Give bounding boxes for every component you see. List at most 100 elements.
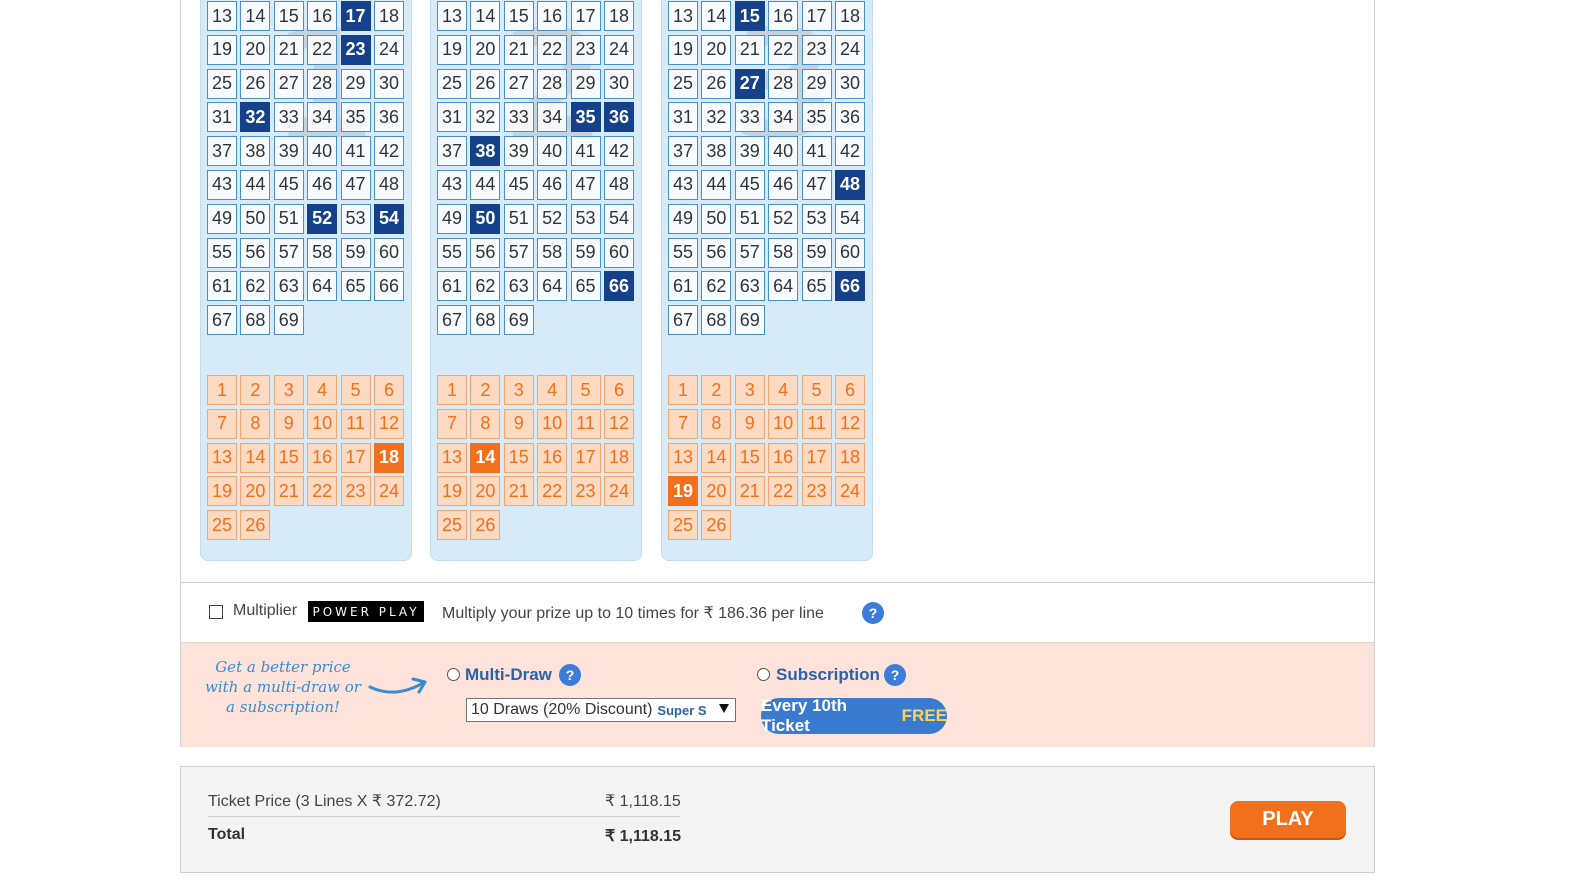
main-number-cell[interactable]: 43 [437,169,467,200]
powerball-number-cell[interactable]: 18 [834,442,865,473]
subscription-label[interactable]: Subscription [776,665,880,685]
powerball-number-cell[interactable]: 14 [470,442,501,473]
powerball-number-cell[interactable]: 19 [207,476,237,507]
main-number-cell[interactable]: 67 [437,305,467,336]
main-number-cell[interactable]: 13 [668,1,698,31]
powerball-number-cell[interactable]: 15 [273,442,304,473]
main-number-cell[interactable]: 66 [603,271,634,302]
main-number-cell[interactable]: 25 [207,68,237,99]
main-number-cell[interactable]: 36 [603,102,634,133]
main-number-cell[interactable]: 31 [668,102,698,133]
powerball-number-cell[interactable]: 16 [537,442,568,473]
main-number-cell[interactable]: 60 [603,237,634,268]
main-number-cell[interactable]: 20 [701,34,732,65]
powerball-number-cell[interactable]: 20 [240,476,271,507]
main-number-cell[interactable]: 56 [240,237,271,268]
main-number-cell[interactable]: 46 [768,169,799,200]
main-number-cell[interactable]: 32 [470,102,501,133]
powerball-number-cell[interactable]: 13 [437,442,467,473]
main-number-cell[interactable]: 47 [570,169,601,200]
powerball-number-cell[interactable]: 12 [834,408,865,439]
main-number-cell[interactable]: 14 [701,1,732,31]
main-number-cell[interactable]: 59 [801,237,832,268]
main-number-cell[interactable]: 51 [503,203,534,234]
main-number-cell[interactable]: 39 [734,136,765,167]
main-number-cell[interactable]: 29 [340,68,371,99]
main-number-cell[interactable]: 63 [503,271,534,302]
powerball-number-cell[interactable]: 1 [437,375,467,405]
main-number-cell[interactable]: 62 [240,271,271,302]
main-number-cell[interactable]: 61 [207,271,237,302]
main-number-cell[interactable]: 24 [373,34,404,65]
main-number-cell[interactable]: 47 [340,169,371,200]
powerball-number-cell[interactable]: 21 [734,476,765,507]
powerball-number-cell[interactable]: 1 [207,375,237,405]
main-number-cell[interactable]: 41 [570,136,601,167]
main-number-cell[interactable]: 57 [503,237,534,268]
powerball-number-cell[interactable]: 25 [668,510,698,541]
main-number-cell[interactable]: 40 [537,136,568,167]
main-number-cell[interactable]: 25 [437,68,467,99]
multiplier-checkbox[interactable] [209,605,223,619]
main-number-cell[interactable]: 51 [273,203,304,234]
main-number-cell[interactable]: 37 [668,136,698,167]
draws-select[interactable]: 10 Draws (20% Discount) Super S [466,698,736,722]
main-number-cell[interactable]: 51 [734,203,765,234]
main-number-cell[interactable]: 68 [701,305,732,336]
powerball-number-cell[interactable]: 12 [373,408,404,439]
powerball-number-cell[interactable]: 18 [603,442,634,473]
powerball-number-cell[interactable]: 6 [373,375,404,405]
main-number-cell[interactable]: 28 [768,68,799,99]
main-number-cell[interactable]: 67 [207,305,237,336]
main-number-cell[interactable]: 69 [273,305,304,336]
main-number-cell[interactable]: 49 [668,203,698,234]
main-number-cell[interactable]: 46 [307,169,338,200]
powerball-number-cell[interactable]: 15 [503,442,534,473]
powerball-number-cell[interactable]: 24 [603,476,634,507]
main-number-cell[interactable]: 41 [801,136,832,167]
main-number-cell[interactable]: 16 [768,1,799,31]
main-number-cell[interactable]: 66 [373,271,404,302]
main-number-cell[interactable]: 16 [307,1,338,31]
main-number-cell[interactable]: 55 [437,237,467,268]
main-number-cell[interactable]: 56 [701,237,732,268]
powerball-number-cell[interactable]: 26 [470,510,501,541]
powerball-number-cell[interactable]: 9 [503,408,534,439]
main-number-cell[interactable]: 54 [603,203,634,234]
main-number-cell[interactable]: 34 [307,102,338,133]
multidraw-help-icon[interactable]: ? [559,664,581,686]
powerball-number-cell[interactable]: 4 [768,375,799,405]
main-number-cell[interactable]: 58 [768,237,799,268]
main-number-cell[interactable]: 44 [240,169,271,200]
main-number-cell[interactable]: 52 [537,203,568,234]
main-number-cell[interactable]: 40 [768,136,799,167]
main-number-cell[interactable]: 26 [470,68,501,99]
powerball-number-cell[interactable]: 22 [537,476,568,507]
main-number-cell[interactable]: 64 [768,271,799,302]
powerball-number-cell[interactable]: 17 [570,442,601,473]
main-number-cell[interactable]: 30 [603,68,634,99]
powerball-number-cell[interactable]: 1 [668,375,698,405]
powerball-number-cell[interactable]: 13 [207,442,237,473]
main-number-cell[interactable]: 48 [373,169,404,200]
main-number-cell[interactable]: 28 [307,68,338,99]
main-number-cell[interactable]: 60 [373,237,404,268]
main-number-cell[interactable]: 69 [503,305,534,336]
main-number-cell[interactable]: 29 [570,68,601,99]
powerball-number-cell[interactable]: 3 [503,375,534,405]
main-number-cell[interactable]: 61 [437,271,467,302]
main-number-cell[interactable]: 66 [834,271,865,302]
powerball-number-cell[interactable]: 8 [240,408,271,439]
main-number-cell[interactable]: 67 [668,305,698,336]
main-number-cell[interactable]: 65 [570,271,601,302]
main-number-cell[interactable]: 50 [701,203,732,234]
main-number-cell[interactable]: 38 [470,136,501,167]
main-number-cell[interactable]: 17 [570,1,601,31]
main-number-cell[interactable]: 59 [570,237,601,268]
main-number-cell[interactable]: 21 [273,34,304,65]
powerball-number-cell[interactable]: 19 [668,476,698,507]
main-number-cell[interactable]: 27 [503,68,534,99]
play-button[interactable]: PLAY [1230,801,1346,838]
powerball-number-cell[interactable]: 12 [603,408,634,439]
main-number-cell[interactable]: 18 [834,1,865,31]
